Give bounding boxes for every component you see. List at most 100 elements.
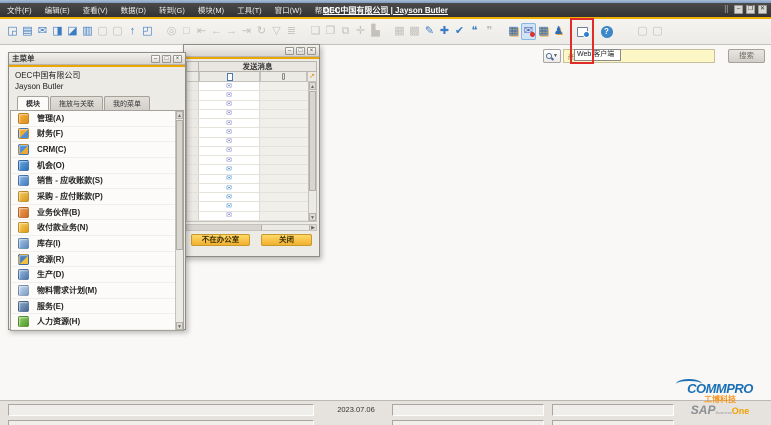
message-row[interactable]: ✉ — [187, 128, 308, 137]
row-select-cell[interactable] — [187, 193, 199, 201]
document-b-icon[interactable]: ▢ — [650, 23, 665, 40]
next-record-icon[interactable]: → — [224, 23, 239, 40]
message-row[interactable]: ✉ — [187, 138, 308, 147]
selection-icon[interactable]: □ — [179, 23, 194, 40]
help-icon[interactable]: ? — [599, 23, 614, 40]
message-row[interactable]: ✉ — [187, 101, 308, 110]
menu-tools[interactable]: 工具(T) — [237, 5, 262, 16]
approve-document-icon[interactable]: ✔ — [452, 23, 467, 40]
scrollbar-thumb[interactable] — [309, 91, 316, 191]
row-select-cell[interactable] — [187, 119, 199, 127]
message-doc-cell[interactable]: ✉ — [199, 147, 260, 155]
web-client-icon[interactable]: Web 客户端 — [575, 23, 590, 40]
paste-document-icon[interactable]: ▢ — [110, 23, 125, 40]
menu-help[interactable]: 帮助(H) — [315, 5, 340, 16]
close-messages-button[interactable]: 关闭 — [261, 234, 312, 246]
module-list-scrollbar[interactable] — [175, 111, 183, 330]
message-row[interactable]: ✉ — [187, 91, 308, 100]
module-item-inventory[interactable]: 库存(I) — [11, 236, 175, 252]
search-button[interactable]: 搜索 — [728, 49, 765, 63]
tab-modules[interactable]: 模块 — [17, 96, 49, 111]
attachment-cell[interactable] — [260, 119, 308, 127]
attachment-cell[interactable] — [260, 82, 308, 90]
menu-goto[interactable]: 转到(G) — [159, 5, 185, 16]
refresh-icon[interactable]: ↻ — [254, 23, 269, 40]
scroll-up-icon[interactable] — [176, 111, 183, 119]
attachment-cell[interactable] — [260, 110, 308, 118]
message-doc-cell[interactable]: ✉ — [199, 212, 260, 220]
messages-titlebar[interactable] — [184, 45, 319, 57]
attachment-cell[interactable] — [260, 147, 308, 155]
edit-icon[interactable]: ✎ — [422, 23, 437, 40]
row-select-cell[interactable] — [187, 101, 199, 109]
maximize-button[interactable] — [296, 47, 305, 55]
row-select-header[interactable] — [186, 72, 199, 82]
attachment-cell[interactable] — [260, 193, 308, 201]
comment-alt-icon[interactable]: ❞ — [482, 23, 497, 40]
scroll-down-icon[interactable] — [309, 213, 316, 221]
search-scope-button[interactable]: ▼ — [543, 49, 561, 63]
maximize-button[interactable] — [162, 55, 171, 63]
row-select-cell[interactable] — [187, 156, 199, 164]
message-doc-cell[interactable]: ✉ — [199, 101, 260, 109]
module-item-purchasing-ap[interactable]: 采购 - 应付账款(P) — [11, 189, 175, 205]
attachment-cell[interactable] — [260, 101, 308, 109]
messages-horizontal-scrollbar[interactable] — [186, 224, 317, 231]
module-item-service[interactable]: 服务(E) — [11, 299, 175, 315]
duplicate-icon[interactable]: ⧉ — [338, 23, 353, 40]
row-select-cell[interactable] — [187, 128, 199, 136]
minimize-button[interactable] — [151, 55, 160, 63]
message-doc-cell[interactable]: ✉ — [199, 128, 260, 136]
copy-document-icon[interactable]: ▢ — [95, 23, 110, 40]
attachment-cell[interactable] — [260, 128, 308, 136]
message-doc-cell[interactable]: ✉ — [199, 82, 260, 90]
message-row[interactable]: ✉ — [187, 175, 308, 184]
module-item-finance[interactable]: 财务(F) — [11, 127, 175, 143]
attachment-cell[interactable] — [260, 91, 308, 99]
row-select-cell[interactable] — [187, 175, 199, 183]
attachment-cell[interactable] — [260, 202, 308, 210]
stamp-icon[interactable]: ▩ — [407, 23, 422, 40]
module-item-production[interactable]: 生产(D) — [11, 267, 175, 283]
message-row[interactable]: ✉ — [187, 212, 308, 221]
grid-layout-icon[interactable]: ▦ — [392, 23, 407, 40]
row-select-cell[interactable] — [187, 147, 199, 155]
messages-alert-icon[interactable]: ✉ — [521, 23, 536, 40]
close-button[interactable] — [758, 5, 767, 14]
row-select-cell[interactable] — [187, 82, 199, 90]
module-item-hr[interactable]: 人力资源(H) — [11, 314, 175, 330]
email-icon[interactable]: ✉ — [35, 23, 50, 40]
tab-drag-relate[interactable]: 拖放与关联 — [50, 96, 103, 110]
message-doc-cell[interactable]: ✉ — [199, 193, 260, 201]
document-a-icon[interactable]: ▢ — [635, 23, 650, 40]
message-doc-cell[interactable]: ✉ — [199, 184, 260, 192]
module-item-sales-ar[interactable]: 销售 - 应收账款(S) — [11, 174, 175, 190]
sort-icon[interactable]: ≣ — [284, 23, 299, 40]
filter-icon[interactable]: ▽ — [269, 23, 284, 40]
upload-icon[interactable]: ↑ — [125, 23, 140, 40]
message-doc-cell[interactable]: ✉ — [199, 110, 260, 118]
previous-record-icon[interactable]: ← — [209, 23, 224, 40]
module-item-admin[interactable]: 管理(A) — [11, 111, 175, 127]
locked-folder-icon[interactable]: ◰ — [140, 23, 155, 40]
menu-modules[interactable]: 模块(M) — [198, 5, 224, 16]
message-row[interactable]: ✉ — [187, 110, 308, 119]
tab-my-menu[interactable]: 我的菜单 — [104, 96, 150, 110]
message-doc-cell[interactable]: ✉ — [199, 165, 260, 173]
message-row[interactable]: ✉ — [187, 119, 308, 128]
minimize-button[interactable] — [285, 47, 294, 55]
minimize-button[interactable] — [734, 5, 743, 14]
attachment-column-header[interactable] — [260, 72, 307, 82]
module-item-mrp[interactable]: 物料需求计划(M) — [11, 283, 175, 299]
paste-table-icon[interactable]: ❐ — [323, 23, 338, 40]
attachment-cell[interactable] — [260, 165, 308, 173]
module-item-opportunities[interactable]: 机会(O) — [11, 158, 175, 174]
module-item-banking[interactable]: 收付款业务(N) — [11, 220, 175, 236]
scroll-down-icon[interactable] — [176, 322, 183, 330]
message-doc-cell[interactable]: ✉ — [199, 91, 260, 99]
message-doc-cell[interactable]: ✉ — [199, 156, 260, 164]
row-select-cell[interactable] — [187, 91, 199, 99]
out-of-office-button[interactable]: 不在办公室 — [191, 234, 250, 246]
module-item-resources[interactable]: 资源(R) — [11, 252, 175, 268]
menu-file[interactable]: 文件(F) — [7, 5, 32, 16]
